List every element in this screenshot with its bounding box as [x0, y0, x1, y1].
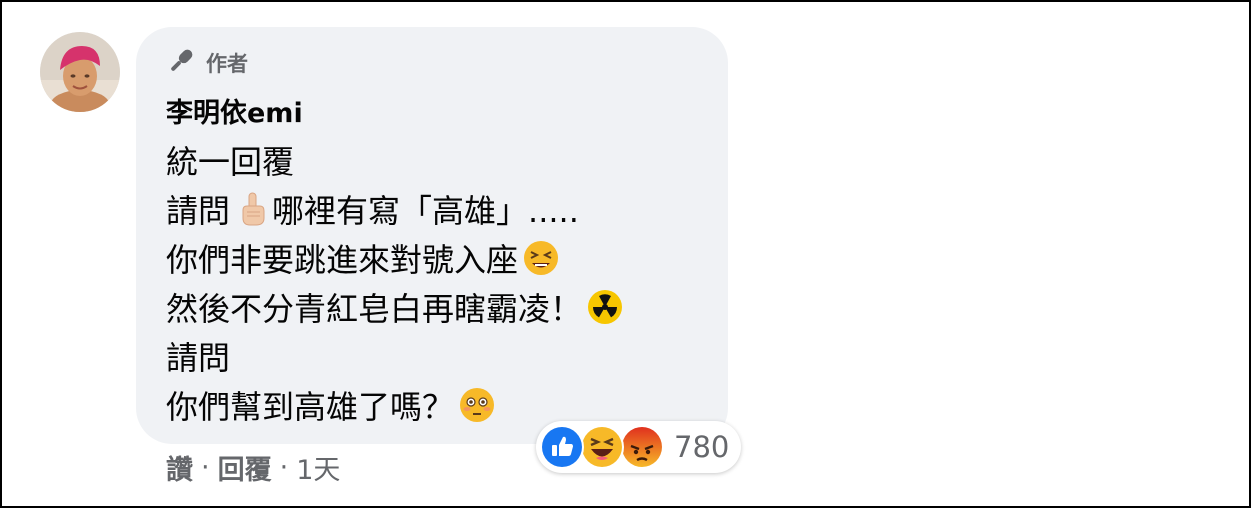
comment-line-text: 請問	[166, 338, 231, 377]
microphone-icon	[166, 46, 196, 81]
angry-reaction-icon	[620, 425, 664, 469]
comment-line-text: 統一回覆	[166, 142, 295, 181]
pointing-up-emoji	[234, 190, 272, 228]
comment-line: 你們非要跳進來對號入座	[166, 233, 624, 282]
separator: ·	[279, 451, 289, 483]
flushed-face-emoji	[458, 386, 496, 424]
like-button[interactable]: 讚	[166, 448, 193, 487]
reply-button[interactable]: 回覆	[218, 448, 272, 487]
comment-author-name[interactable]: 李明依emi	[166, 91, 303, 130]
comment-timestamp[interactable]: 1天	[296, 448, 340, 487]
separator: ·	[201, 451, 210, 483]
comment-line-text: 請問	[166, 191, 231, 230]
author-badge-label: 作者	[206, 52, 248, 76]
comment-bubble: 作者 李明依emi 統一回覆 請問 哪裡有寫「高雄」..... 你們非要跳進來對…	[136, 27, 728, 444]
comment-actions: 讚 · 回覆 · 1天	[166, 447, 340, 487]
author-badge: 作者	[166, 47, 248, 79]
comment-line: 請問	[166, 331, 624, 380]
reactions-summary[interactable]: 780	[536, 421, 742, 473]
haha-reaction-icon	[580, 425, 624, 469]
comment-text: 統一回覆 請問 哪裡有寫「高雄」..... 你們非要跳進來對號入座 然後不分青紅…	[166, 135, 624, 429]
comment-line: 請問 哪裡有寫「高雄」.....	[166, 184, 624, 233]
comment-line-text: 然後不分青紅皂白再瞎霸凌！	[166, 289, 583, 328]
comment-line-text: 你們非要跳進來對號入座	[166, 240, 519, 279]
comment-line: 統一回覆	[166, 135, 624, 184]
avatar[interactable]	[40, 32, 120, 112]
tired-face-emoji	[522, 239, 560, 277]
comment-line: 然後不分青紅皂白再瞎霸凌！	[166, 282, 624, 331]
reaction-count: 780	[674, 430, 730, 464]
radioactive-emoji	[586, 288, 624, 326]
like-reaction-icon	[540, 425, 584, 469]
comment-line-text: 哪裡有寫「高雄」.....	[272, 191, 579, 230]
comment-line-text: 你們幫到高雄了嗎？	[166, 387, 455, 426]
